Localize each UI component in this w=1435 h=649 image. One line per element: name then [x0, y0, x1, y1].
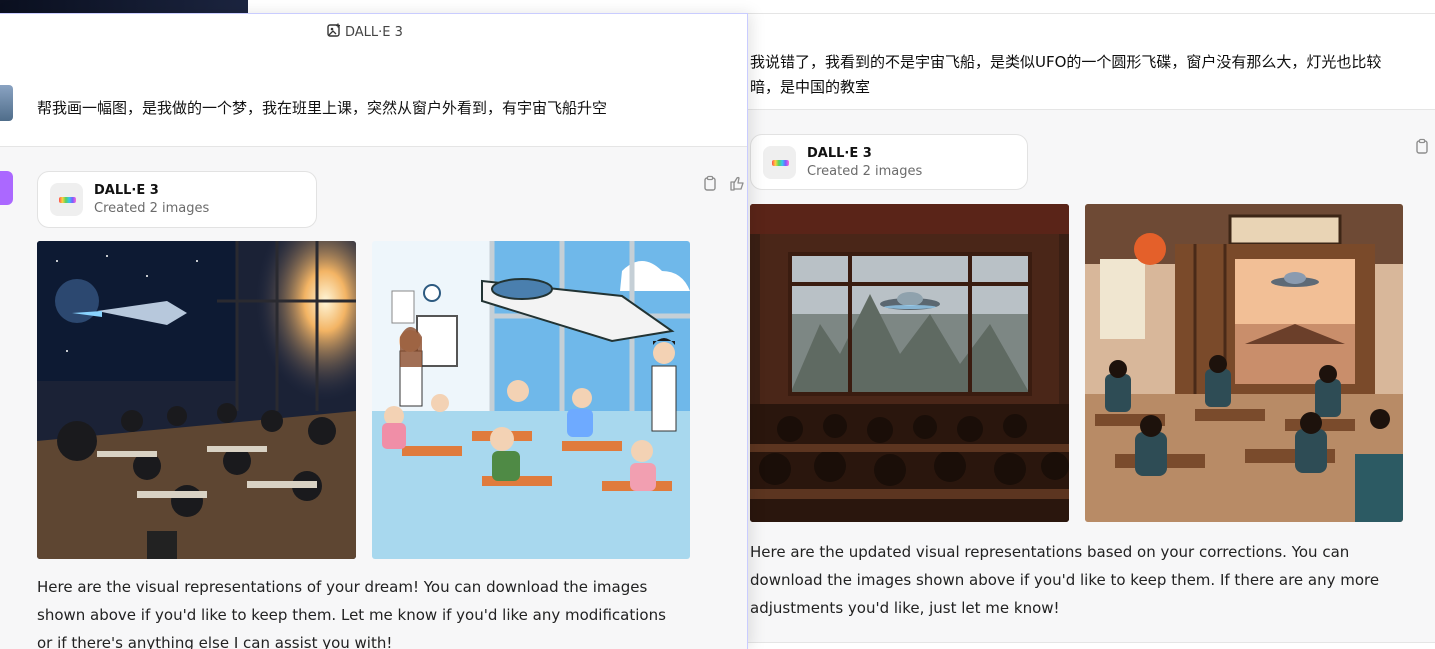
generated-image-2[interactable] — [1085, 204, 1403, 522]
dalle-tool-icon — [50, 183, 83, 216]
assistant-avatar — [0, 171, 13, 205]
assistant-message-row: DALL·E 3 Created 2 images — [748, 110, 1435, 642]
header-title[interactable]: DALL·E 3 — [327, 23, 403, 41]
thumbs-up-icon[interactable] — [729, 175, 745, 191]
dalle-tool-icon — [763, 146, 796, 179]
image-generate-icon — [327, 23, 341, 41]
tool-status: Created 2 images — [807, 164, 923, 179]
dalle-tool-card[interactable]: DALL·E 3 Created 2 images — [37, 171, 317, 228]
tool-name: DALL·E 3 — [94, 183, 159, 198]
divider — [748, 642, 1435, 643]
user-avatar — [0, 85, 13, 121]
background-chat-pane: 我说错了，我看到的不是宇宙飞船，是类似UFO的一个圆形飞碟，窗户没有那么大，灯光… — [748, 0, 1435, 649]
generated-image-2[interactable] — [372, 241, 690, 559]
user-message-row: 帮我画一幅图，是我做的一个梦，我在班里上课，突然从窗户外看到，有宇宙飞船升空 — [0, 61, 747, 147]
clipboard-icon[interactable] — [1414, 138, 1430, 154]
tool-name: DALL·E 3 — [807, 146, 872, 161]
dalle-tool-card[interactable]: DALL·E 3 Created 2 images — [750, 134, 1028, 190]
header-title-text: DALL·E 3 — [345, 24, 403, 40]
user-message-text: 我说错了，我看到的不是宇宙飞船，是类似UFO的一个圆形飞碟，窗户没有那么大，灯光… — [750, 53, 1382, 96]
top-window-strip — [0, 0, 248, 13]
clipboard-icon[interactable] — [702, 175, 718, 191]
user-message-row: 我说错了，我看到的不是宇宙飞船，是类似UFO的一个圆形飞碟，窗户没有那么大，灯光… — [748, 14, 1435, 109]
user-message-text: 帮我画一幅图，是我做的一个梦，我在班里上课，突然从窗户外看到，有宇宙飞船升空 — [37, 99, 608, 117]
generated-image-1[interactable] — [750, 204, 1069, 522]
assistant-caption: Here are the updated visual representati… — [750, 543, 1380, 617]
divider — [748, 13, 1435, 14]
foreground-chat-window: DALL·E 3 帮我画一幅图，是我做的一个梦，我在班里上课，突然从窗户外看到，… — [0, 13, 748, 649]
generated-image-1[interactable] — [37, 241, 356, 559]
tool-status: Created 2 images — [94, 201, 210, 216]
assistant-message-row: DALL·E 3 Created 2 images — [0, 147, 747, 649]
window-header: DALL·E 3 — [0, 14, 747, 62]
assistant-caption: Here are the visual representations of y… — [37, 578, 666, 649]
